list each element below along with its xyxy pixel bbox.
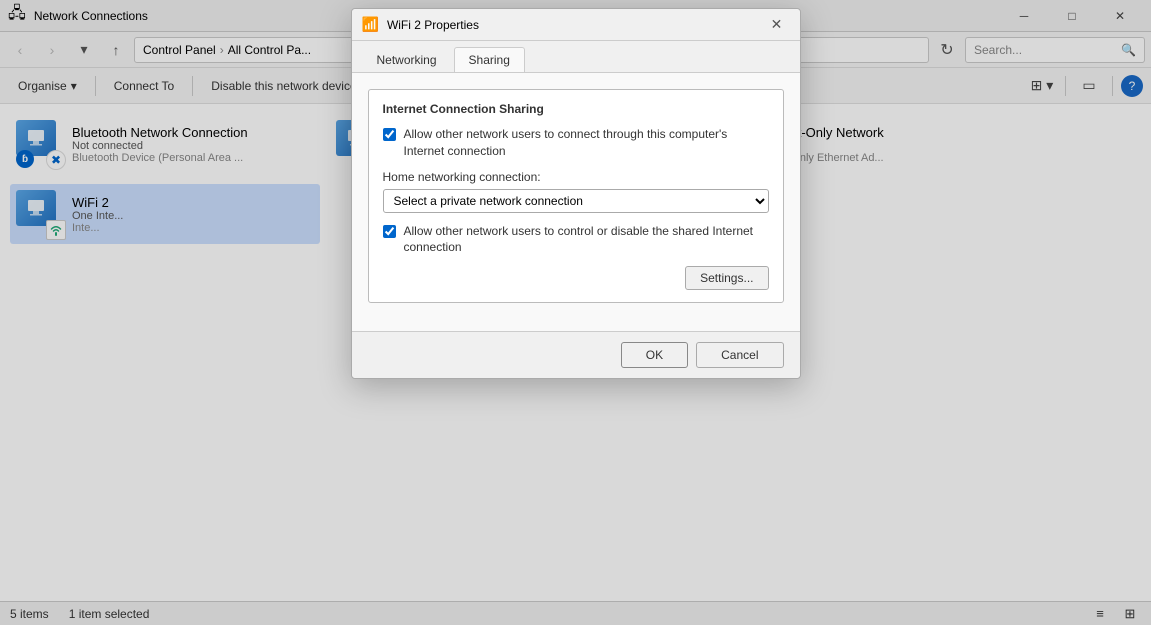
dialog-title: WiFi 2 Properties [387, 18, 764, 32]
dialog-close-button[interactable]: ✕ [764, 14, 790, 36]
dialog-overlay: 📶 WiFi 2 Properties ✕ Networking Sharing… [0, 0, 1151, 625]
home-net-section: Home networking connection: Select a pri… [383, 170, 769, 213]
cancel-button[interactable]: Cancel [696, 342, 783, 368]
tab-networking[interactable]: Networking [362, 47, 452, 72]
sharing-group-title: Internet Connection Sharing [383, 102, 769, 116]
ok-button[interactable]: OK [621, 342, 688, 368]
dropdown-row: Select a private network connection [383, 189, 769, 213]
settings-button[interactable]: Settings... [685, 266, 768, 290]
dialog-footer: OK Cancel [352, 331, 800, 378]
allow-connect-checkbox[interactable] [383, 128, 396, 141]
tab-sharing[interactable]: Sharing [454, 47, 525, 72]
settings-btn-row: Settings... [383, 266, 769, 290]
allow-control-checkbox[interactable] [383, 225, 396, 238]
dialog-title-icon: 📶 [362, 16, 379, 33]
home-net-select[interactable]: Select a private network connection [383, 189, 769, 213]
allow-control-label: Allow other network users to control or … [404, 223, 769, 257]
internet-connection-sharing-group: Internet Connection Sharing Allow other … [368, 89, 784, 303]
checkbox-row-1: Allow other network users to connect thr… [383, 126, 769, 160]
dialog-body: Internet Connection Sharing Allow other … [352, 73, 800, 331]
allow-connect-label: Allow other network users to connect thr… [404, 126, 769, 160]
dialog-tabs: Networking Sharing [352, 41, 800, 73]
wifi-properties-dialog: 📶 WiFi 2 Properties ✕ Networking Sharing… [351, 8, 801, 379]
dialog-titlebar: 📶 WiFi 2 Properties ✕ [352, 9, 800, 41]
checkbox-row-2: Allow other network users to control or … [383, 223, 769, 257]
home-net-label: Home networking connection: [383, 170, 769, 184]
